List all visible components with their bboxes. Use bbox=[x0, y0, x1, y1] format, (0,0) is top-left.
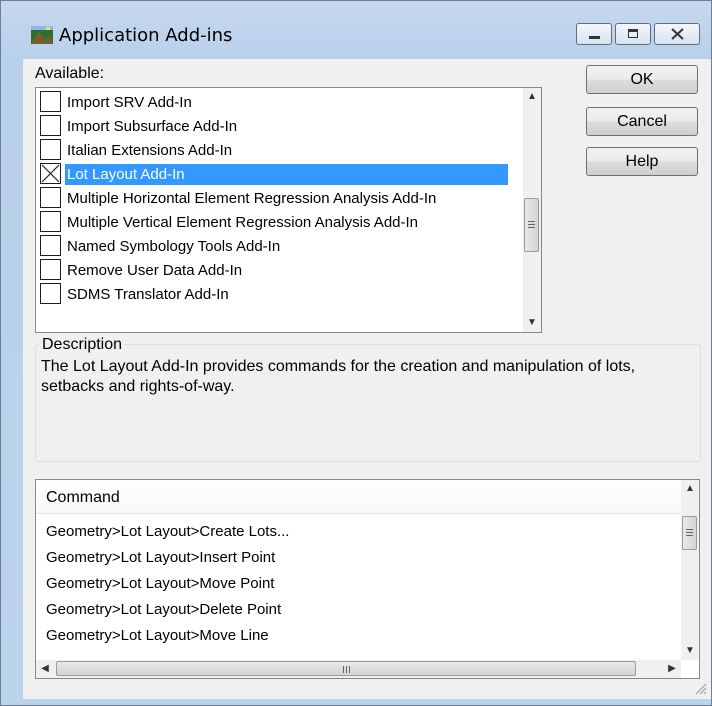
list-item-label: Multiple Vertical Element Regression Ana… bbox=[67, 214, 419, 231]
title-bar[interactable]: Application Add-ins bbox=[1, 1, 711, 59]
scroll-up-arrow-icon[interactable]: ▲ bbox=[681, 480, 699, 498]
resize-grip-icon[interactable] bbox=[693, 681, 707, 695]
list-item[interactable]: Remove User Data Add-In bbox=[40, 258, 514, 282]
list-item-selected[interactable]: Lot Layout Add-In bbox=[40, 162, 514, 186]
ok-button[interactable]: OK bbox=[586, 65, 698, 94]
scroll-thumb[interactable] bbox=[682, 516, 697, 550]
dialog-client-area: Available: Import SRV Add-In Import Subs… bbox=[23, 59, 711, 699]
checkbox[interactable] bbox=[40, 259, 61, 280]
checkbox-checked[interactable] bbox=[40, 163, 61, 184]
cancel-button[interactable]: Cancel bbox=[586, 107, 698, 136]
description-title: Description bbox=[39, 336, 126, 354]
application-add-ins-window: Application Add-ins Available: Import SR… bbox=[0, 0, 712, 706]
checkbox[interactable] bbox=[40, 283, 61, 304]
checkbox[interactable] bbox=[40, 235, 61, 256]
command-vertical-scrollbar[interactable]: ▲ ▼ bbox=[681, 480, 699, 660]
list-item-label: Import Subsurface Add-In bbox=[67, 118, 238, 135]
maximize-icon bbox=[628, 29, 638, 38]
list-item-label: Italian Extensions Add-In bbox=[67, 142, 233, 159]
list-vertical-scrollbar[interactable]: ▲ ▼ bbox=[523, 88, 541, 332]
available-label: Available: bbox=[35, 65, 105, 82]
command-row[interactable]: Geometry>Lot Layout>Insert Point bbox=[46, 546, 275, 570]
command-column-header[interactable]: Command bbox=[36, 480, 681, 514]
list-item-label: Remove User Data Add-In bbox=[67, 262, 243, 279]
close-icon bbox=[671, 28, 684, 40]
maximize-button[interactable] bbox=[615, 23, 651, 45]
add-ins-app-icon bbox=[31, 26, 53, 44]
command-horizontal-scrollbar[interactable]: ◀ ▶ bbox=[36, 660, 681, 678]
list-item[interactable]: Import SRV Add-In bbox=[40, 90, 514, 114]
command-row[interactable]: Geometry>Lot Layout>Delete Point bbox=[46, 598, 281, 622]
checkbox[interactable] bbox=[40, 211, 61, 232]
list-item[interactable]: Named Symbology Tools Add-In bbox=[40, 234, 514, 258]
help-button[interactable]: Help bbox=[586, 147, 698, 176]
list-item-label: Import SRV Add-In bbox=[67, 94, 192, 111]
list-item-label: Named Symbology Tools Add-In bbox=[67, 238, 281, 255]
scroll-down-arrow-icon[interactable]: ▼ bbox=[681, 642, 699, 660]
available-add-ins-list[interactable]: Import SRV Add-In Import Subsurface Add-… bbox=[35, 87, 542, 333]
check-x-icon bbox=[41, 164, 60, 183]
scroll-up-arrow-icon[interactable]: ▲ bbox=[523, 88, 541, 106]
scroll-down-arrow-icon[interactable]: ▼ bbox=[523, 314, 541, 332]
close-button[interactable] bbox=[654, 23, 700, 45]
list-item[interactable]: Import Subsurface Add-In bbox=[40, 114, 514, 138]
scroll-left-arrow-icon[interactable]: ◀ bbox=[36, 660, 54, 678]
list-item[interactable]: Italian Extensions Add-In bbox=[40, 138, 514, 162]
list-item-label: Multiple Horizontal Element Regression A… bbox=[67, 190, 437, 207]
checkbox[interactable] bbox=[40, 139, 61, 160]
checkbox[interactable] bbox=[40, 187, 61, 208]
list-item[interactable]: Multiple Horizontal Element Regression A… bbox=[40, 186, 514, 210]
checkbox[interactable] bbox=[40, 115, 61, 136]
window-title: Application Add-ins bbox=[59, 25, 233, 46]
description-text: The Lot Layout Add-In provides commands … bbox=[41, 358, 636, 395]
command-list[interactable]: Command Geometry>Lot Layout>Create Lots.… bbox=[35, 479, 700, 679]
command-row[interactable]: Geometry>Lot Layout>Create Lots... bbox=[46, 520, 289, 544]
command-row[interactable]: Geometry>Lot Layout>Move Point bbox=[46, 572, 274, 596]
minimize-icon bbox=[589, 36, 600, 39]
list-item[interactable]: Multiple Vertical Element Regression Ana… bbox=[40, 210, 514, 234]
scroll-thumb[interactable] bbox=[524, 198, 539, 252]
list-item[interactable]: SDMS Translator Add-In bbox=[40, 282, 514, 306]
checkbox[interactable] bbox=[40, 91, 61, 112]
command-row[interactable]: Geometry>Lot Layout>Move Line bbox=[46, 624, 269, 648]
minimize-button[interactable] bbox=[576, 23, 612, 45]
scroll-right-arrow-icon[interactable]: ▶ bbox=[663, 660, 681, 678]
list-item-label: SDMS Translator Add-In bbox=[67, 286, 229, 303]
scroll-thumb[interactable] bbox=[56, 661, 636, 676]
list-item-label: Lot Layout Add-In bbox=[65, 164, 508, 185]
command-header-label: Command bbox=[46, 489, 120, 506]
